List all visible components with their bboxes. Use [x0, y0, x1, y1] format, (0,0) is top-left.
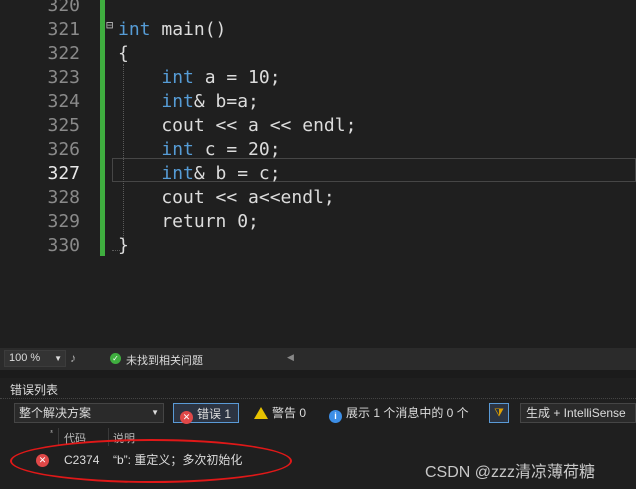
change-tracking-bar [100, 0, 105, 256]
line-number: 330 [47, 235, 80, 256]
panel-title-divider [0, 398, 636, 399]
scroll-left-icon[interactable]: ◀ [287, 352, 294, 363]
warnings-count-label: 警告 0 [272, 406, 307, 420]
messages-filter-toggle[interactable]: i 展示 1 个消息中的 0 个 [325, 403, 475, 423]
warnings-filter-toggle[interactable]: 警告 0 [250, 403, 312, 423]
watermark: CSDN @zzz清凉薄荷糖 [425, 464, 596, 481]
code-line[interactable]: int& b = c; [118, 162, 280, 186]
issues-status-text[interactable]: 未找到相关问题 [126, 352, 203, 368]
panel-splitter[interactable] [0, 370, 636, 378]
errors-count-label: 错误 1 [197, 407, 232, 421]
scope-dropdown[interactable]: 整个解决方案 ▼ [14, 403, 164, 423]
panel-title: 错误列表 [10, 383, 59, 397]
code-editor[interactable]: ⊟ 320 321 322 323 324 325 326 327 328 329 330 int … [0, 0, 636, 348]
code-line[interactable]: int& b=a; [118, 90, 259, 114]
check-circle-icon: ✓ [110, 353, 121, 364]
scope-value: 整个解决方案 [19, 406, 92, 420]
code-line[interactable]: int a = 10; [118, 66, 280, 90]
sort-icon[interactable]: ᵜ [50, 428, 53, 437]
zoom-dropdown[interactable]: 100 % ▼ [4, 350, 66, 367]
code-line[interactable]: { [118, 42, 129, 66]
line-number: 322 [47, 43, 80, 64]
zoom-value: 100 % [9, 352, 41, 364]
line-number: 320 [47, 0, 80, 16]
line-number: 325 [47, 115, 80, 136]
annotation-circle [10, 439, 292, 483]
line-number: 327 [47, 163, 80, 184]
line-number: 324 [47, 91, 80, 112]
copilot-icon[interactable]: ♪ [70, 351, 76, 365]
code-line[interactable]: cout << a << endl; [118, 114, 356, 138]
build-source-value: 生成 + IntelliSense [526, 406, 626, 420]
line-number: 321 [47, 19, 80, 40]
line-number: 323 [47, 67, 80, 88]
warning-icon [254, 407, 268, 419]
code-line[interactable]: cout << a<<endl; [118, 186, 334, 210]
messages-count-label: 展示 1 个消息中的 0 个 [346, 406, 469, 420]
errors-filter-toggle[interactable]: ✕ 错误 1 [173, 403, 239, 424]
info-icon: i [329, 410, 342, 423]
code-line[interactable]: } [118, 234, 129, 258]
filter-icon[interactable]: ⧩ [489, 403, 509, 423]
code-line[interactable]: return 0; [118, 210, 259, 234]
line-number: 329 [47, 211, 80, 232]
code-line[interactable]: int main() [118, 18, 226, 42]
chevron-down-icon: ▼ [54, 354, 62, 363]
line-number: 328 [47, 187, 80, 208]
build-source-dropdown[interactable]: 生成 + IntelliSense [520, 403, 636, 423]
code-line[interactable]: int c = 20; [118, 138, 280, 162]
error-icon: ✕ [180, 411, 193, 424]
fold-toggle-icon[interactable]: ⊟ [106, 18, 113, 32]
editor-status-bar: 100 % ▼ ♪ ✓ 未找到相关问题 ◀ [0, 348, 636, 370]
line-number: 326 [47, 139, 80, 160]
chevron-down-icon: ▼ [151, 408, 159, 417]
